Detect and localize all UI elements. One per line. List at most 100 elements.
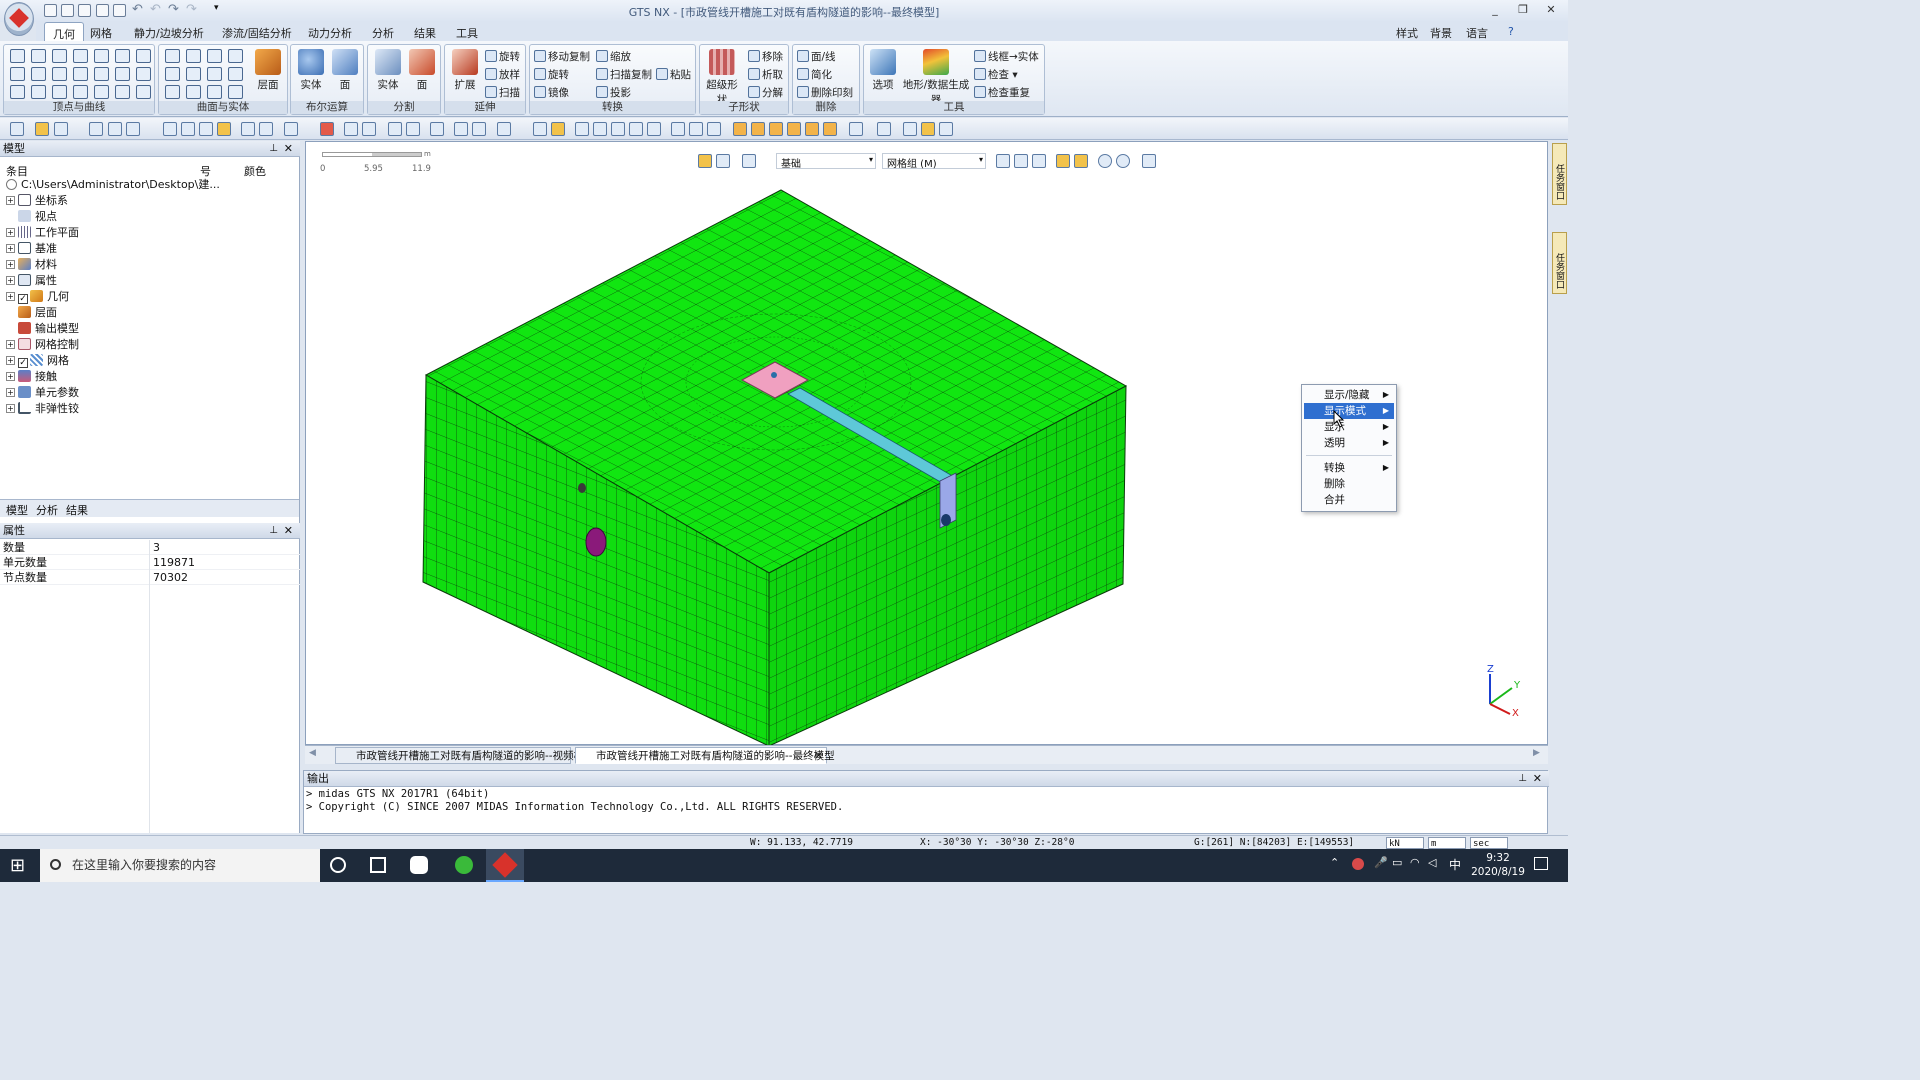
taskbar-search-input[interactable]: 在这里输入你要搜索的内容 (40, 849, 320, 882)
tree-item-material[interactable]: + 材料 (6, 257, 57, 273)
tray-app-icon[interactable] (1352, 858, 1364, 870)
check-button[interactable]: 检查 ▾ (974, 67, 1018, 82)
sweep-solid-icon[interactable] (228, 85, 243, 99)
grid-icon[interactable] (163, 122, 177, 136)
fillet-icon[interactable] (94, 49, 109, 63)
zoom-dynamic-icon[interactable] (593, 122, 607, 136)
select-element-icon[interactable] (362, 122, 376, 136)
extract-button[interactable]: 析取 (748, 67, 783, 82)
plane-icon[interactable] (207, 49, 222, 63)
tree-item-geometry[interactable]: + ✓ 几何 (6, 289, 69, 305)
copy-curve-icon[interactable] (115, 85, 130, 99)
rotate-left-icon[interactable] (629, 122, 643, 136)
ime-indicator[interactable]: 中 (1449, 856, 1461, 873)
undo-icon[interactable]: ↶ (132, 2, 143, 17)
tab-geometry[interactable]: 几何 (44, 22, 84, 42)
super-shape-button[interactable]: 超级形状 (702, 49, 742, 107)
boolean-face-button[interactable]: 面 (329, 49, 361, 92)
green-app-icon[interactable] (455, 856, 473, 874)
tab-scroll-left-icon[interactable]: ◀ (309, 748, 316, 758)
loft-button[interactable]: 放样 (485, 67, 520, 82)
tab-model[interactable]: 模型 (6, 502, 28, 518)
undo-dropdown-icon[interactable]: ↶ (150, 2, 161, 17)
redo-icon[interactable]: ↷ (168, 2, 179, 17)
battery-icon[interactable]: ▭ (1392, 856, 1402, 869)
tree-item-mesh-control[interactable]: + 网格控制 (6, 337, 79, 353)
line-icon[interactable] (10, 67, 25, 81)
task-window-tab[interactable]: 任务窗口 (1552, 143, 1567, 205)
display-box-icon[interactable] (849, 122, 863, 136)
app-logo-icon[interactable] (4, 2, 34, 36)
mirror-button[interactable]: 镜像 (534, 85, 569, 100)
tree-item-contact[interactable]: + 接触 (6, 369, 57, 385)
layer-button[interactable]: 层面 (251, 49, 285, 92)
split-solid-button[interactable]: 实体 (372, 49, 404, 92)
revolve-solid-icon[interactable] (207, 85, 222, 99)
tab-seepage[interactable]: 渗流/固结分析 (222, 25, 292, 41)
display-transparent-icon[interactable] (939, 122, 953, 136)
microphone-icon[interactable]: 🎤 (1374, 856, 1388, 869)
mesh-checkbox[interactable]: ✓ (18, 358, 28, 368)
terrain-generator-button[interactable]: 地形/数据生成器 (900, 49, 972, 107)
tab-analysis-panel[interactable]: 分析 (36, 502, 58, 518)
rotate-view-icon[interactable] (611, 122, 625, 136)
quick-access-dropdown-icon[interactable]: ▾ (214, 3, 219, 13)
redo-dropdown-icon[interactable]: ↷ (186, 2, 197, 17)
cylinder-icon[interactable] (165, 49, 180, 63)
help-query-icon[interactable] (430, 122, 444, 136)
spline-icon[interactable] (31, 67, 46, 81)
offset-curve-icon[interactable] (136, 67, 151, 81)
view-iso-icon[interactable] (733, 122, 747, 136)
eraser-icon[interactable] (89, 122, 103, 136)
cube-icon[interactable] (165, 85, 180, 99)
paste-button[interactable]: 粘贴 (656, 67, 691, 82)
check-duplicate-button[interactable]: 检查重复 (974, 85, 1030, 100)
trim-icon[interactable] (115, 49, 130, 63)
lock-icon[interactable] (35, 122, 49, 136)
zoom-window-icon[interactable] (575, 122, 589, 136)
query-node-icon[interactable] (388, 122, 402, 136)
arc-icon[interactable] (52, 49, 67, 63)
snap-icon[interactable] (181, 122, 195, 136)
tab-static-slope[interactable]: 静力/边坡分析 (134, 25, 204, 41)
tree-item-element-params[interactable]: + 单元参数 (6, 385, 79, 401)
menu-item-delete[interactable]: 删除 (1304, 476, 1394, 492)
cone-icon[interactable] (165, 67, 180, 81)
box-icon[interactable] (207, 67, 222, 81)
arc-3pt-icon[interactable] (10, 85, 25, 99)
tree-item-datum[interactable]: + 基准 (6, 241, 57, 257)
save-as-icon[interactable] (113, 4, 126, 17)
extrude-button[interactable]: 扩展 (449, 49, 481, 92)
doc-tab-video-model[interactable]: 市政管线开槽施工对既有盾构隧道的影响--视频模型 (335, 747, 595, 764)
cloud-icon[interactable] (52, 85, 67, 99)
help-icon[interactable]: ? (1508, 25, 1514, 38)
polygon-icon[interactable] (73, 49, 88, 63)
tab-mesh[interactable]: 网格 (90, 25, 112, 41)
close-panel-icon[interactable]: ✕ (284, 523, 293, 539)
pan-icon[interactable] (647, 122, 661, 136)
square-icon[interactable] (31, 85, 46, 99)
language-menu[interactable]: 语言 (1466, 25, 1488, 41)
show-icon[interactable] (126, 122, 140, 136)
open-file-icon[interactable] (61, 4, 74, 17)
geometry-checkbox[interactable]: ✓ (18, 294, 28, 304)
tab-results-panel[interactable]: 结果 (66, 502, 88, 518)
tray-arrow-icon[interactable]: ⌃ (1330, 856, 1339, 869)
unlock-icon[interactable] (54, 122, 68, 136)
rectangle-icon[interactable] (73, 67, 88, 81)
torus-icon[interactable] (186, 85, 201, 99)
tree-item-viewpoint[interactable]: 视点 (18, 209, 57, 225)
intersect-curve-icon[interactable] (115, 67, 130, 81)
ellipse-icon[interactable] (73, 85, 88, 99)
time-unit-select[interactable]: sec (1470, 837, 1508, 849)
face-line-button[interactable]: 面/线 (797, 49, 836, 64)
force-unit-select[interactable]: kN (1386, 837, 1424, 849)
mesh-quality-icon[interactable] (320, 122, 334, 136)
menu-item-transparent[interactable]: 透明 ▶ (1304, 435, 1394, 451)
style-menu[interactable]: 样式 (1396, 25, 1418, 41)
view-top-icon[interactable] (751, 122, 765, 136)
pyramid-icon[interactable] (186, 49, 201, 63)
open-folder-icon[interactable] (96, 4, 109, 17)
menu-item-display-mode[interactable]: 显示模式 ▶ (1304, 403, 1394, 419)
chart-curve-icon[interactable] (136, 85, 151, 99)
